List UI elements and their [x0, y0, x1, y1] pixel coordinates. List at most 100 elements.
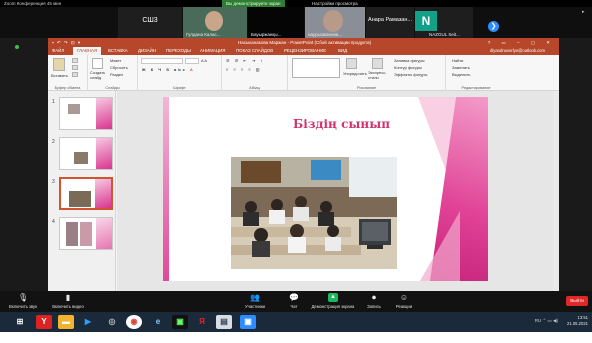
zoom-app-icon[interactable]: ▣ [240, 315, 256, 329]
layout-button[interactable]: Макет [110, 58, 121, 63]
slide-preview[interactable] [59, 137, 113, 170]
font-style-buttons[interactable]: Ж К Ч S abc [142, 67, 187, 72]
participant-tile[interactable]: Анара Рамазан... [366, 7, 414, 38]
shape-effects-button[interactable]: Эффекты фигуры [394, 72, 427, 77]
yandex-icon[interactable]: Y [36, 315, 52, 329]
tab-slideshow[interactable]: ПОКАЗ СЛАЙДОВ [236, 47, 273, 55]
media-player-icon[interactable]: ▶ [80, 315, 96, 329]
powerpoint-window: ▪ ↶ ↷ ⊡ ▾ Насыканакова Маржан - PowerPoi… [48, 38, 559, 291]
chat-button[interactable]: 💬 Чат [285, 293, 303, 309]
ribbon-tabs: ФАЙЛ ГЛАВНАЯ ВСТАВКА ДИЗАЙН ПЕРЕХОДЫ АНИ… [48, 47, 559, 55]
app-window-icon[interactable]: ▤ [216, 315, 232, 329]
tab-home[interactable]: ГЛАВНАЯ [73, 47, 102, 55]
new-slide-icon[interactable] [92, 58, 103, 69]
participants-button[interactable]: 👥 Участники [240, 293, 270, 309]
participant-name: наурызжанова... [308, 32, 343, 37]
section-button[interactable]: Раздел [110, 72, 123, 77]
arrange-icon[interactable] [346, 58, 357, 69]
quick-access-toolbar[interactable]: ▪ ↶ ↷ ⊡ ▾ [52, 38, 81, 47]
start-icon[interactable]: ⊞ [12, 315, 28, 329]
current-slide[interactable]: Біздің сынып [163, 97, 488, 281]
copy-icon[interactable] [72, 65, 78, 70]
chat-icon: 💬 [289, 293, 299, 302]
slide-thumbnail[interactable]: 2 [48, 137, 116, 173]
shape-outline-button[interactable]: Контур фигуры [394, 65, 422, 70]
tab-transitions[interactable]: ПЕРЕХОДЫ [166, 47, 191, 55]
quick-styles-button[interactable]: Экспресс-стили [368, 70, 390, 80]
drawing-group: Упорядочить Экспресс-стили Заливка фигур… [288, 55, 446, 91]
leave-button[interactable]: Выйти [566, 296, 588, 306]
terminal-icon[interactable]: ▣ [172, 315, 188, 329]
vertical-scrollbar[interactable] [553, 91, 559, 291]
slide-preview[interactable] [59, 217, 113, 250]
classroom-photo[interactable] [231, 157, 397, 269]
app-icon[interactable]: ◎ [104, 315, 120, 329]
participants-label: Участники [244, 304, 265, 309]
select-button[interactable]: Выделить [452, 72, 470, 77]
participant-tile[interactable]: СШ3 [118, 7, 182, 38]
font-family-dropdown[interactable] [141, 58, 183, 64]
reset-button[interactable]: Сбросить [110, 65, 128, 70]
sharing-indicator-icon [15, 45, 19, 49]
tab-insert[interactable]: ВСТАВКА [108, 47, 128, 55]
share-banner[interactable]: Вы демонстрируете экран [222, 0, 285, 7]
tab-design[interactable]: ДИЗАЙН [138, 47, 156, 55]
group-label: Абзац [249, 86, 260, 90]
participant-video [205, 11, 223, 31]
start-video-button[interactable]: ▮ Включить видео [50, 293, 86, 309]
slide-editing-area: Біздің сынып [117, 91, 559, 291]
slide-thumbnail[interactable]: 3 [48, 177, 116, 213]
folder-icon[interactable]: ▬ [58, 315, 74, 329]
reactions-button[interactable]: ☺ Реакции [392, 293, 416, 309]
font-size-dropdown[interactable] [185, 58, 199, 64]
slide-thumbnails-pane: 1 2 3 4 [48, 91, 116, 291]
share-settings[interactable]: Настройки просмотра [312, 0, 358, 7]
paste-button[interactable]: Вставить [51, 73, 68, 78]
tab-file[interactable]: ФАЙЛ [48, 47, 69, 55]
slide-preview[interactable] [59, 97, 113, 130]
system-tray[interactable]: RU ⌃ ▭ ◀) [535, 318, 558, 324]
next-page-arrow-icon[interactable]: ❯ [488, 21, 499, 32]
arrange-button[interactable]: Упорядочить [343, 71, 367, 76]
slide-thumbnail[interactable]: 1 [48, 97, 116, 133]
slide-thumbnail[interactable]: 4 [48, 217, 116, 253]
yandex-browser-icon[interactable]: Я [194, 315, 210, 329]
share-label: Демонстрация экрана [311, 304, 355, 309]
cut-icon[interactable] [72, 58, 78, 63]
window-controls[interactable]: ? ▭ – ▢ ✕ [488, 38, 555, 47]
shapes-gallery-icon[interactable] [292, 58, 340, 78]
participant-tile[interactable]: наурызжанова... [305, 7, 365, 38]
format-painter-icon[interactable] [72, 72, 78, 77]
slides-group: Создать слайд Макет Сбросить Раздел Слай… [88, 55, 138, 91]
new-slide-button[interactable]: Создать слайд [90, 70, 110, 80]
participants-icon: 👥 [250, 293, 260, 302]
tab-review[interactable]: РЕЦЕНЗИРОВАНИЕ [284, 47, 326, 55]
participant-tile[interactable]: Гулдана Калас... [183, 7, 247, 38]
list-buttons-icon[interactable]: ☰ ☰ ⇤ ⇥ ↕ [226, 58, 264, 63]
tab-view[interactable]: ВИД [338, 47, 347, 55]
font-color-icon[interactable]: A [190, 67, 193, 72]
shape-fill-button[interactable]: Заливка фигуры [394, 58, 425, 63]
tab-animation[interactable]: АНИМАЦИЯ [200, 47, 225, 55]
record-button[interactable]: ⏺ Запись [364, 293, 384, 309]
align-buttons-icon[interactable]: ≡ ≡ ≡ ≡ ▥ [226, 67, 262, 72]
slide-number: 2 [52, 139, 55, 145]
clock[interactable]: 13:51 21.05.2021 [567, 315, 588, 327]
participant-name: СШ3 [142, 17, 158, 24]
chrome-icon[interactable]: ◉ [126, 315, 142, 329]
share-screen-button[interactable]: ▲ Демонстрация экрана [308, 293, 358, 309]
grow-font-icon[interactable]: A A [201, 58, 207, 63]
reactions-label: Реакции [395, 304, 413, 309]
unmute-button[interactable]: 🎙 Включить звук [8, 293, 38, 309]
paste-icon[interactable] [53, 58, 65, 71]
slide-title[interactable]: Біздің сынып [293, 117, 390, 131]
slide-preview[interactable] [59, 177, 113, 210]
replace-button[interactable]: Заменить [452, 65, 470, 70]
participant-tile[interactable]: Бауыржанқы... [248, 7, 304, 38]
quick-styles-icon[interactable] [372, 58, 383, 69]
participant-name: Бауыржанқы... [251, 32, 282, 37]
browser-icon[interactable]: e [150, 315, 166, 329]
find-button[interactable]: Найти [452, 58, 463, 63]
account-user[interactable]: dlyandnoverlye@outlook.com [490, 47, 545, 55]
language-indicator[interactable]: RU [535, 318, 542, 323]
